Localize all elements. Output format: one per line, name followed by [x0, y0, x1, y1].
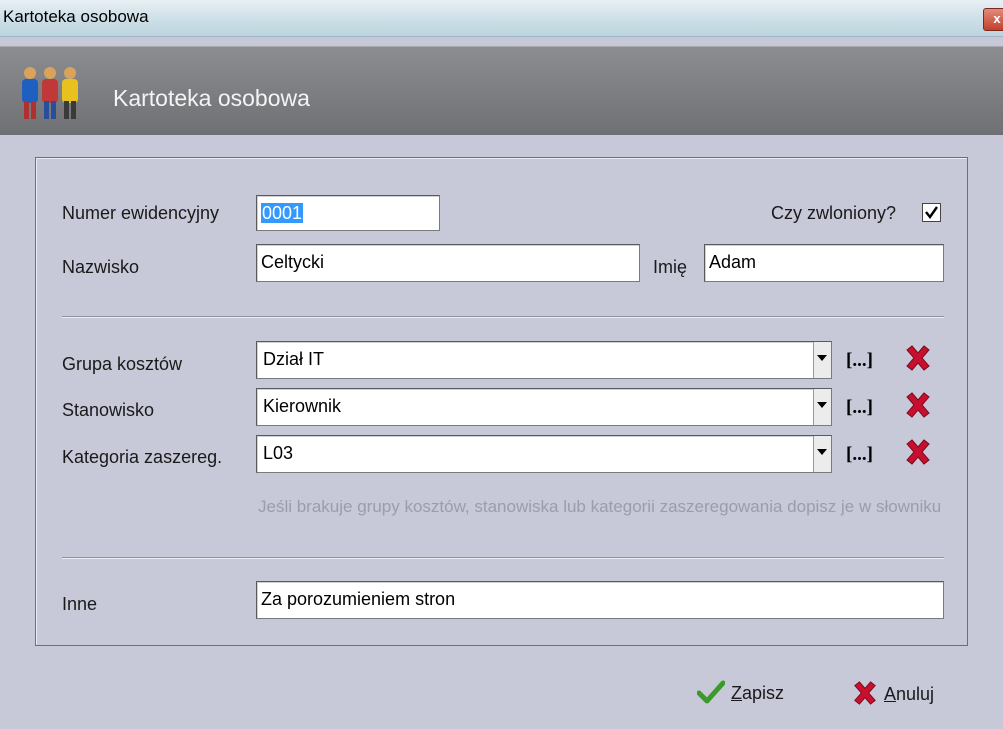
cross-icon [854, 681, 876, 705]
dialog-header: Kartoteka osobowa [0, 46, 1003, 135]
nazwisko-value: Celtycki [261, 252, 325, 272]
inne-label: Inne [62, 594, 98, 614]
close-window-button[interactable]: x [983, 8, 1003, 31]
imie-value: Adam [709, 252, 757, 272]
cancel-label: nuluj [896, 684, 935, 704]
chevron-down-icon [817, 449, 827, 455]
window-title: Kartoteka osobowa [3, 7, 149, 26]
stanowisko-value: Kierownik [263, 396, 342, 416]
grupa-label: Grupa kosztów [62, 354, 183, 374]
inne-input[interactable]: Za porozumieniem stron [256, 581, 944, 619]
chevron-down-icon [817, 402, 827, 408]
kategoria-select[interactable]: L03 [256, 435, 832, 473]
zwolniony-checkbox[interactable] [922, 203, 941, 222]
nazwisko-input[interactable]: Celtycki [256, 244, 640, 282]
close-icon: x [993, 11, 1001, 26]
header-title: Kartoteka osobowa [113, 85, 310, 111]
inne-value: Za porozumieniem stron [261, 589, 456, 609]
stanowisko-label: Stanowisko [62, 400, 155, 420]
stanowisko-clear-icon[interactable] [904, 391, 932, 419]
numer-label: Numer ewidencyjny [62, 203, 220, 223]
chevron-down-icon [817, 355, 827, 361]
title-bar: Kartoteka osobowa x [0, 0, 1003, 37]
checkmark-icon [925, 206, 938, 220]
save-button[interactable]: Zapisz [696, 680, 785, 704]
numer-value: 0001 [261, 203, 304, 223]
grupa-clear-icon[interactable] [904, 344, 932, 372]
save-accel: Z [731, 683, 742, 703]
people-icon [22, 67, 78, 119]
grupa-dropdown-button[interactable] [813, 342, 831, 378]
kategoria-label: Kategoria zaszereg. [62, 447, 223, 467]
check-icon [696, 680, 726, 704]
imie-label: Imię [653, 257, 688, 277]
kategoria-dict-button[interactable]: [...] [846, 444, 873, 466]
stanowisko-select[interactable]: Kierownik [256, 388, 832, 426]
cancel-accel: A [884, 684, 897, 704]
nazwisko-label: Nazwisko [62, 257, 140, 277]
grupa-select[interactable]: Dział IT [256, 341, 832, 379]
save-label: apisz [742, 683, 785, 703]
stanowisko-dict-button[interactable]: [...] [846, 397, 873, 419]
kategoria-dropdown-button[interactable] [813, 436, 831, 472]
kategoria-clear-icon[interactable] [904, 438, 932, 466]
imie-input[interactable]: Adam [704, 244, 944, 282]
cancel-button[interactable]: Anuluj [852, 680, 934, 706]
grupa-dict-button[interactable]: [...] [846, 350, 873, 372]
dictionary-hint: Jeśli brakuje grupy kosztów, stanowiska … [258, 497, 942, 516]
kategoria-value: L03 [263, 443, 294, 463]
grupa-value: Dział IT [263, 349, 325, 369]
numer-input[interactable]: 0001 [256, 195, 440, 231]
zwolniony-label: Czy zwloniony? [771, 203, 897, 223]
stanowisko-dropdown-button[interactable] [813, 389, 831, 425]
separator [62, 557, 944, 559]
separator [62, 316, 944, 318]
